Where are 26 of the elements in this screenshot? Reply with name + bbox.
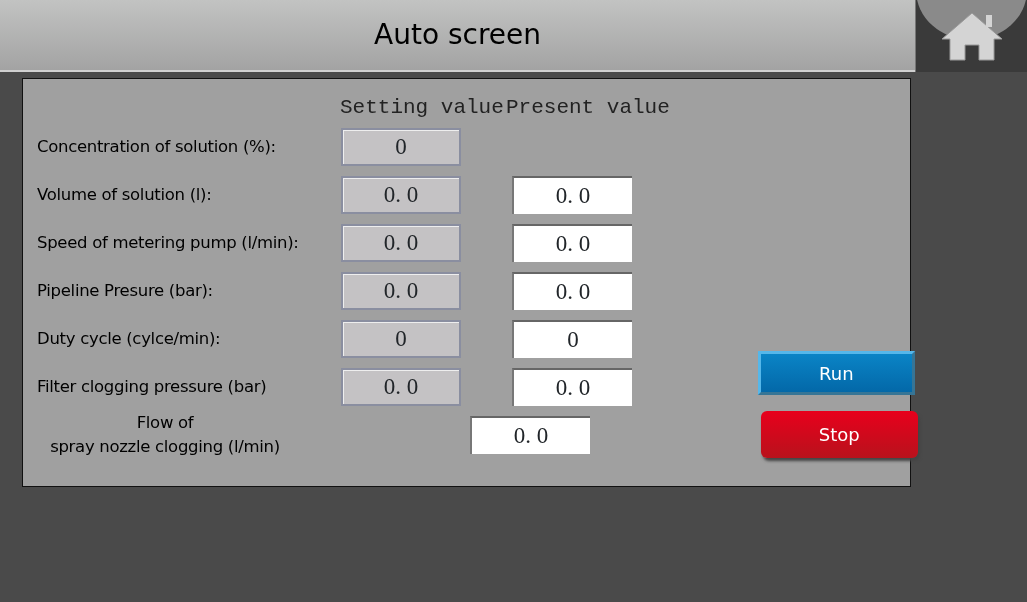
field-label: Flow of spray nozzle clogging (l/min) (49, 412, 281, 458)
field-label: Pipeline Presure (bar): (37, 279, 214, 302)
present-value-display: 0. 0 (512, 368, 632, 406)
setting-value-field[interactable]: 0. 0 (341, 272, 461, 310)
present-value-display: 0. 0 (470, 416, 590, 454)
field-label: Duty cycle (cylce/min): (37, 327, 222, 350)
present-value-display: 0. 0 (512, 224, 632, 262)
screen-title: Auto screen (0, 0, 915, 72)
field-label: Speed of metering pump (l/min): (37, 231, 300, 254)
field-label: Volume of solution (l): (37, 183, 213, 206)
run-button[interactable]: Run (757, 351, 915, 395)
home-button[interactable] (915, 0, 1027, 72)
present-value-display: 0. 0 (512, 272, 632, 310)
field-label: Filter clogging pressure (bar) (37, 375, 268, 398)
setting-value-field[interactable]: 0. 0 (341, 176, 461, 214)
column-heading: Present value (506, 94, 670, 121)
stop-button[interactable]: Stop (760, 411, 918, 458)
column-heading: Setting value (340, 94, 505, 121)
setting-value-field[interactable]: 0. 0 (341, 368, 461, 406)
present-value-display: 0. 0 (512, 176, 632, 214)
present-value-display: 0 (512, 320, 632, 358)
field-label: Concentration of solution (%): (37, 135, 277, 158)
setting-value-field[interactable]: 0. 0 (341, 224, 461, 262)
setting-value-field[interactable]: 0 (341, 128, 461, 166)
setting-value-field[interactable]: 0 (341, 320, 461, 358)
home-icon (939, 11, 1004, 61)
